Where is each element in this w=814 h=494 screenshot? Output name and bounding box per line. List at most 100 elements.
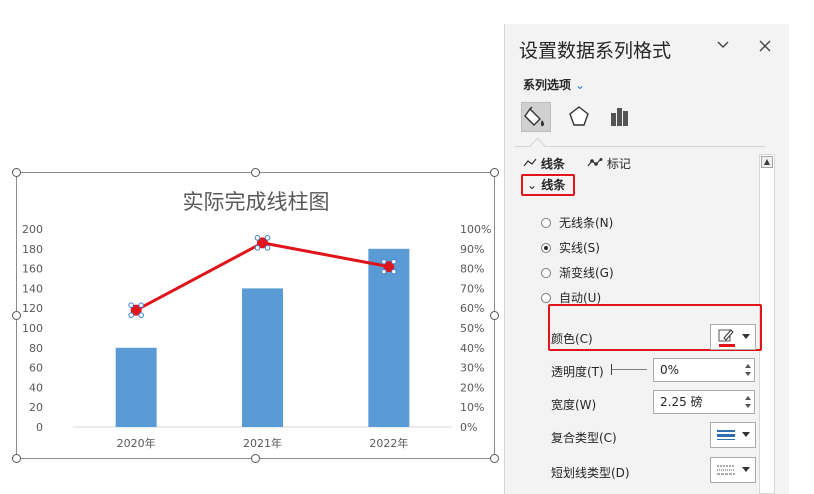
resize-handle-top-left[interactable]: [12, 168, 21, 177]
resize-handle-left[interactable]: [12, 311, 21, 320]
selection-dot: [391, 268, 397, 275]
line-icon: [523, 158, 537, 167]
line-section-label: 线条: [541, 178, 566, 192]
spin-down-icon[interactable]: [745, 404, 751, 408]
y2-tick-label: 40%: [460, 342, 484, 355]
radio-label: 渐变线(G): [559, 266, 614, 280]
resize-handle-right[interactable]: [490, 311, 499, 320]
selection-dot: [264, 245, 271, 251]
selection-dot: [138, 302, 144, 308]
line-section-header[interactable]: ⌄ 线条: [521, 174, 575, 196]
y-tick-label: 100: [22, 322, 43, 335]
subtab-marker[interactable]: 标记: [587, 155, 631, 172]
radio-label: 自动(U): [559, 291, 602, 305]
chevron-down-icon: ⌄: [575, 78, 586, 92]
radio-label: 无线条(N): [559, 216, 614, 230]
y-tick-label: 160: [22, 263, 43, 276]
transparency-spinner[interactable]: 0%: [653, 358, 755, 382]
y2-tick-label: 30%: [460, 362, 484, 375]
y2-tick-label: 70%: [460, 282, 484, 295]
scroll-up-arrow-icon[interactable]: ▲: [761, 156, 773, 168]
dropdown-arrow-icon: [742, 467, 750, 472]
tab-fill-line[interactable]: [521, 102, 551, 132]
tab-series-options[interactable]: [605, 102, 635, 132]
resize-handle-top[interactable]: [251, 168, 260, 177]
transparency-slider-thumb[interactable]: [611, 364, 612, 375]
y-tick-label: 60: [29, 362, 43, 375]
transparency-value: 0%: [660, 363, 680, 377]
color-label: 颜色(C): [551, 332, 593, 346]
format-data-series-pane: 设置数据系列格式 系列选项 ⌄ 线条 标记 ▲ ⌄ 线条 无线条(N) 实线(S…: [504, 24, 789, 494]
pane-divider: [515, 146, 765, 147]
selection-dot: [128, 302, 134, 308]
y2-tick-label: 90%: [460, 243, 484, 256]
x-tick-label: 2020年: [117, 436, 156, 450]
effects-pentagon-icon: [569, 106, 589, 126]
close-icon[interactable]: [754, 36, 776, 58]
selection-dot: [264, 235, 271, 241]
x-tick-label: 2022年: [369, 436, 408, 450]
y2-tick-label: 20%: [460, 381, 484, 394]
y-tick-label: 80: [29, 342, 43, 355]
selection-dot: [381, 268, 387, 275]
dash-type-button[interactable]: [710, 457, 756, 483]
y2-tick-label: 100%: [460, 223, 491, 236]
bar: [368, 248, 410, 427]
pane-title: 设置数据系列格式: [519, 40, 672, 62]
pen-color-icon: [718, 329, 735, 347]
y-tick-label: 0: [36, 421, 43, 434]
y2-tick-label: 10%: [460, 401, 484, 414]
radio-circle[interactable]: [541, 293, 551, 303]
selection-dot: [254, 235, 261, 241]
width-spinner[interactable]: 2.25 磅: [653, 390, 755, 414]
spin-down-icon[interactable]: [745, 372, 751, 376]
tab-effects[interactable]: [565, 102, 595, 132]
chart-plot: 实际完成线柱图 0 20 40 60 80 100 120 140 160 180 200 0% 10%…: [22, 190, 491, 450]
x-tick-label: 2021年: [243, 436, 282, 450]
dash-lines-icon: [717, 465, 735, 475]
radio-circle[interactable]: [541, 268, 551, 278]
subtab-line-label: 线条: [540, 157, 565, 171]
radio-gradient-line[interactable]: 渐变线(G): [541, 265, 614, 281]
selection-dot: [138, 312, 144, 318]
chart-area[interactable]: 实际完成线柱图 0 20 40 60 80 100 120 140 160 180 200 0% 10%…: [12, 168, 499, 463]
outline-color-button[interactable]: [710, 324, 756, 350]
radio-solid-line[interactable]: 实线(S): [541, 240, 600, 256]
width-value: 2.25 磅: [660, 395, 703, 409]
radio-circle[interactable]: [541, 243, 551, 253]
fill-line-icon: [524, 106, 545, 127]
y2-tick-label: 50%: [460, 322, 484, 335]
subtab-line[interactable]: 线条: [523, 155, 565, 172]
spin-up-icon[interactable]: [745, 396, 751, 400]
series-options-bars-icon: [611, 108, 628, 126]
resize-handle-top-right[interactable]: [490, 168, 499, 177]
selection-dot: [254, 245, 261, 251]
resize-handle-bottom-right[interactable]: [490, 454, 499, 463]
radio-no-line[interactable]: 无线条(N): [541, 215, 613, 231]
y-tick-label: 120: [22, 302, 43, 315]
y-tick-label: 20: [29, 401, 43, 414]
y-tick-label: 200: [22, 223, 43, 236]
selection-dot: [128, 312, 134, 318]
chevron-down-icon[interactable]: [712, 36, 734, 58]
chart-title: 实际完成线柱图: [183, 190, 330, 214]
resize-handle-bottom-left[interactable]: [12, 454, 21, 463]
radio-label: 实线(S): [559, 241, 600, 255]
dropdown-arrow-icon: [742, 334, 750, 339]
subtab-marker-label: 标记: [606, 157, 631, 171]
compound-type-button[interactable]: [710, 422, 756, 448]
chevron-down-icon: ⌄: [527, 178, 538, 192]
compound-type-label: 复合类型(C): [551, 431, 617, 445]
bar: [115, 347, 157, 427]
series-options-dropdown[interactable]: 系列选项 ⌄: [523, 76, 585, 93]
resize-handle-bottom[interactable]: [251, 454, 260, 463]
spin-up-icon[interactable]: [745, 364, 751, 368]
y-tick-label: 180: [22, 243, 43, 256]
radio-circle[interactable]: [541, 218, 551, 228]
selection-dot: [391, 258, 397, 265]
width-label: 宽度(W): [551, 398, 597, 412]
marker-icon: [587, 158, 603, 167]
y-tick-label: 140: [22, 282, 43, 295]
transparency-slider[interactable]: [611, 369, 647, 370]
dash-type-label: 短划线类型(D): [551, 466, 630, 480]
